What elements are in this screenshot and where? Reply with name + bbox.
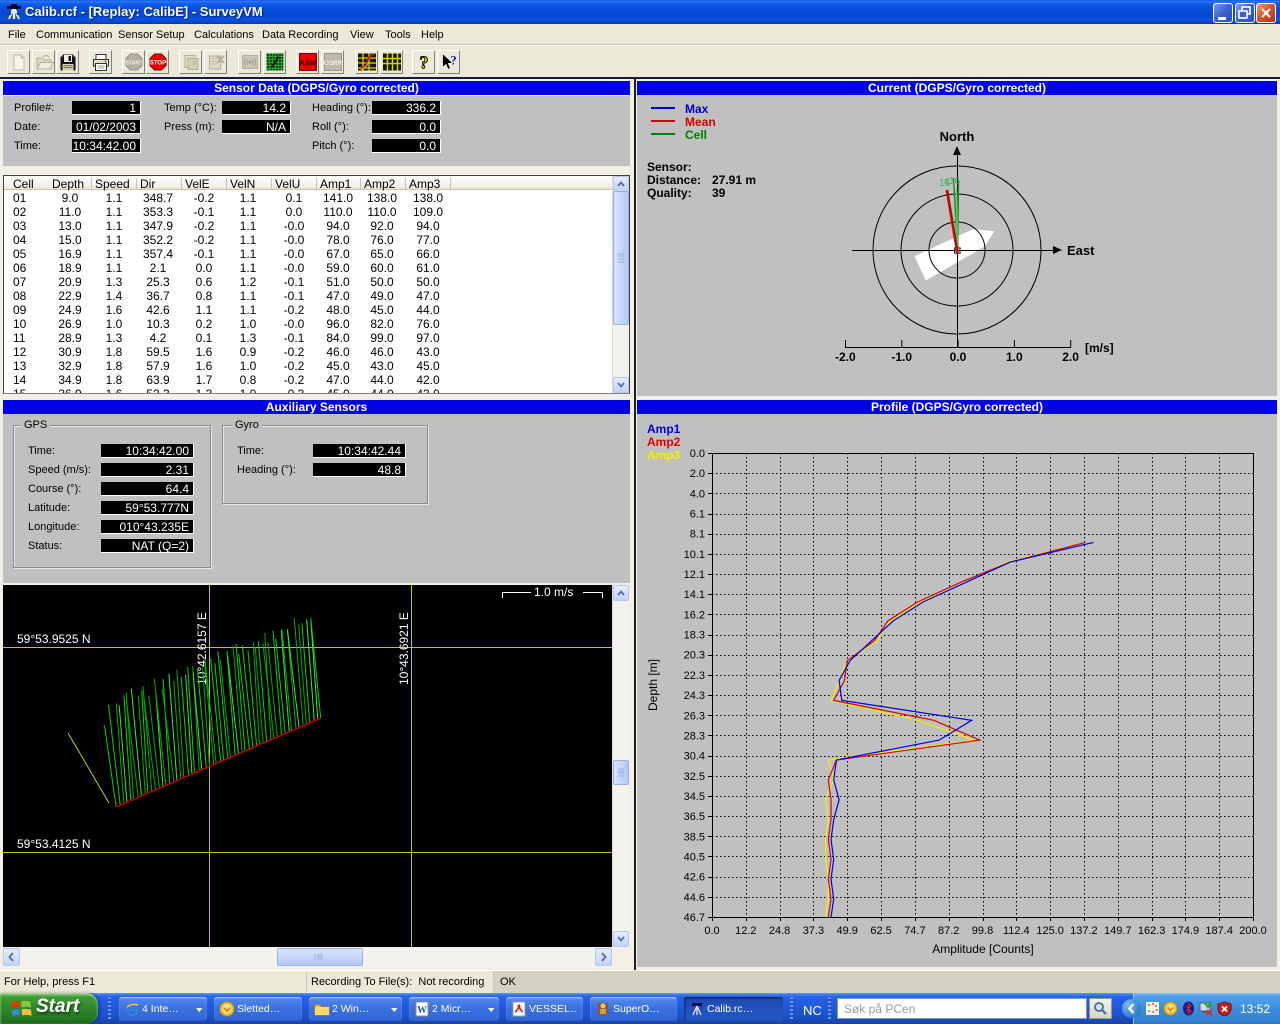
svg-text:CORR: CORR (324, 60, 343, 67)
svg-text:1.0 m/s: 1.0 m/s (534, 585, 573, 599)
svg-text:149.7: 149.7 (1104, 925, 1132, 937)
svg-text:Cell: Cell (685, 128, 707, 142)
svg-text:27.91 m: 27.91 m (712, 173, 756, 187)
svg-text:36.5: 36.5 (684, 811, 705, 823)
svg-text:4.0: 4.0 (690, 488, 705, 500)
svg-text:4: 4 (944, 177, 950, 188)
svg-text:[m/s]: [m/s] (1085, 341, 1114, 355)
svg-text:99.8: 99.8 (972, 925, 993, 937)
svg-text:STOP: STOP (150, 61, 166, 67)
svg-text:32.5: 32.5 (684, 771, 705, 783)
svg-text:38.5: 38.5 (684, 831, 705, 843)
svg-text:22.3: 22.3 (684, 670, 705, 682)
svg-text:42.6: 42.6 (684, 872, 705, 884)
svg-text:87.2: 87.2 (938, 925, 959, 937)
svg-text:44.6: 44.6 (684, 892, 705, 904)
svg-text:?: ? (420, 53, 429, 73)
svg-text:Mean: Mean (685, 115, 716, 129)
svg-text:0.0: 0.0 (950, 350, 967, 364)
svg-text:46.7: 46.7 (684, 912, 705, 924)
svg-text:Max: Max (685, 102, 709, 116)
svg-text:?: ? (450, 53, 457, 68)
svg-text:137.2: 137.2 (1070, 925, 1098, 937)
svg-text:2.0: 2.0 (690, 468, 705, 480)
svg-text:62.5: 62.5 (870, 925, 891, 937)
svg-text:174.9: 174.9 (1172, 925, 1200, 937)
svg-text:14.1: 14.1 (684, 589, 705, 601)
svg-text:16.2: 16.2 (684, 609, 705, 621)
svg-text:24.3: 24.3 (684, 690, 705, 702)
svg-text:59°53.9525 N: 59°53.9525 N (17, 632, 91, 646)
svg-text:Depth [m]: Depth [m] (646, 659, 660, 711)
svg-text:W: W (417, 1005, 427, 1016)
svg-text:12.2: 12.2 (735, 925, 756, 937)
svg-text:0.0: 0.0 (704, 925, 719, 937)
svg-text:162.3: 162.3 (1138, 925, 1166, 937)
svg-text:Distance:: Distance: (647, 173, 701, 187)
svg-text:6.1: 6.1 (690, 509, 705, 521)
svg-text:1.0: 1.0 (1006, 350, 1023, 364)
svg-text:East: East (1067, 243, 1095, 258)
svg-text:Quality:: Quality: (647, 186, 692, 200)
svg-text:187.4: 187.4 (1205, 925, 1233, 937)
svg-text:40.5: 40.5 (684, 852, 705, 864)
svg-text:59°53.4125 N: 59°53.4125 N (17, 837, 91, 851)
svg-text:10°43.6921 E: 10°43.6921 E (397, 612, 411, 685)
svg-text:34.5: 34.5 (684, 791, 705, 803)
svg-text:26.3: 26.3 (684, 710, 705, 722)
svg-text:0.0: 0.0 (690, 448, 705, 460)
svg-text:North: North (940, 129, 975, 144)
svg-text:20.3: 20.3 (684, 650, 705, 662)
svg-text:2.0: 2.0 (1062, 350, 1079, 364)
svg-text:Sensor:: Sensor: (647, 160, 692, 174)
svg-text:200.0: 200.0 (1239, 925, 1267, 937)
svg-text:-1.0: -1.0 (891, 350, 912, 364)
svg-text:30.4: 30.4 (684, 751, 705, 763)
svg-text:37.3: 37.3 (803, 925, 824, 937)
svg-text:10.1: 10.1 (684, 549, 705, 561)
svg-text:49.9: 49.9 (836, 925, 857, 937)
svg-text:START: START (126, 60, 144, 66)
svg-text:112.4: 112.4 (1003, 925, 1030, 937)
svg-text:8.1: 8.1 (690, 529, 705, 541)
svg-text:Amp1: Amp1 (647, 422, 681, 436)
svg-text:Amp3: Amp3 (647, 448, 681, 462)
svg-text:18.3: 18.3 (684, 630, 705, 642)
svg-text:39: 39 (712, 186, 726, 200)
svg-text:RAW: RAW (299, 58, 317, 67)
svg-text:Amp2: Amp2 (647, 435, 681, 449)
svg-text:12.1: 12.1 (684, 569, 705, 581)
svg-text:28.3: 28.3 (684, 730, 705, 742)
svg-text:16: 16 (949, 176, 961, 187)
svg-text:-2.0: -2.0 (835, 350, 856, 364)
svg-text:74.7: 74.7 (904, 925, 925, 937)
svg-text:24.8: 24.8 (769, 925, 790, 937)
svg-text:125.0: 125.0 (1036, 925, 1064, 937)
svg-text:Amplitude [Counts]: Amplitude [Counts] (932, 942, 1033, 956)
